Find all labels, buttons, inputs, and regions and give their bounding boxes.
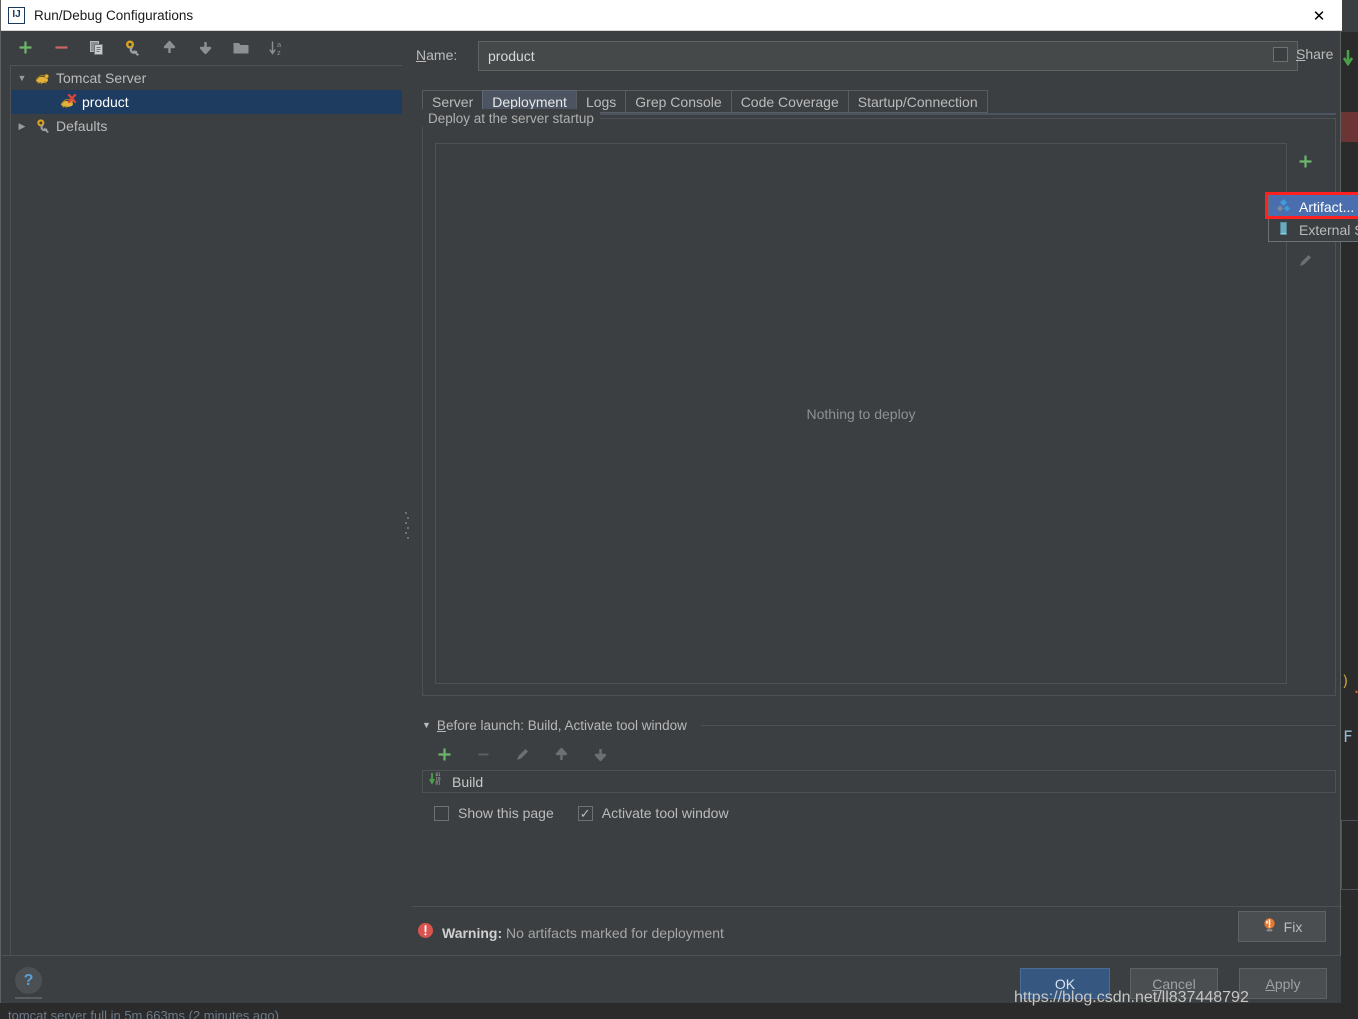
tab-grep-console[interactable]: Grep Console (625, 90, 732, 113)
svg-text:z: z (277, 48, 281, 57)
share-label: Share (1296, 46, 1334, 62)
svg-text:01: 01 (436, 781, 442, 786)
warning-prefix: Warning: (442, 925, 503, 941)
remove-configuration-button[interactable] (48, 36, 74, 60)
edit-templates-button[interactable] (120, 36, 146, 60)
configurations-panel: a z ▼ Tomcat Server product ▶ Defaults (2, 32, 405, 955)
name-input[interactable] (478, 41, 1298, 71)
intellij-logo-icon: IJ (8, 6, 25, 24)
build-icon: 01 10 01 (429, 771, 445, 792)
tomcat-icon (33, 69, 53, 87)
move-down-button[interactable] (192, 36, 218, 60)
tab-startup-connection[interactable]: Startup/Connection (847, 90, 988, 113)
edit-deployment-button (1293, 248, 1319, 272)
popup-item-label: Artifact... (1299, 198, 1355, 215)
fix-button-label: Fix (1283, 918, 1303, 935)
edit-task-button (509, 742, 535, 766)
status-divider (412, 906, 1342, 907)
before-launch-title: Before launch: Build, Activate tool wind… (436, 717, 687, 733)
create-folder-button[interactable] (228, 36, 254, 60)
deployment-empty-message: Nothing to deploy (806, 405, 916, 422)
tomcat-error-icon (59, 93, 79, 111)
popup-item-external-source[interactable]: External Source... (1269, 218, 1358, 241)
popup-item-label: External Source... (1299, 221, 1358, 238)
tree-item-label: Tomcat Server (56, 70, 147, 86)
background-error-marker (1341, 112, 1358, 142)
popup-item-artifact[interactable]: Artifact... (1269, 195, 1358, 218)
background-code-paren: ) (1341, 672, 1351, 690)
chevron-down-icon[interactable]: ▼ (422, 720, 431, 730)
warning-message: No artifacts marked for deployment (506, 925, 724, 941)
name-label: Name: (416, 47, 458, 63)
before-launch-task-list[interactable]: 01 10 01 Build (422, 770, 1336, 793)
add-configuration-button[interactable] (12, 36, 38, 60)
deploy-group-title: Deploy at the server startup (422, 109, 600, 127)
tab-code-coverage[interactable]: Code Coverage (730, 90, 849, 113)
validation-status-text: Warning: No artifacts marked for deploym… (442, 925, 724, 941)
close-icon[interactable]: ✕ (1296, 0, 1342, 31)
artifact-icon (1276, 198, 1291, 216)
background-code-identifier: F (1343, 727, 1353, 746)
show-this-page-checkbox[interactable] (434, 805, 449, 821)
tree-item-label: Defaults (56, 118, 108, 134)
tree-item-label: product (82, 94, 129, 110)
external-source-icon (1276, 221, 1291, 239)
share-checkbox[interactable] (1273, 46, 1288, 62)
help-button-underline (15, 997, 42, 999)
lightbulb-icon (1262, 917, 1277, 937)
before-launch-header[interactable]: ▼ Before launch: Build, Activate tool wi… (422, 716, 1336, 734)
activate-tool-window-label: Activate tool window (601, 805, 729, 821)
tree-row-tomcat-server[interactable]: ▼ Tomcat Server (11, 66, 405, 90)
watermark-url: https://blog.csdn.net/ll837448792 (1014, 989, 1249, 1006)
deploy-at-startup-group: Nothing to deploy (422, 118, 1336, 696)
add-deployment-popup-menu[interactable]: Artifact... External Source... (1268, 194, 1358, 242)
before-launch-options: Show this page ✓ Activate tool window (422, 798, 1336, 828)
move-up-button[interactable] (156, 36, 182, 60)
splitter-grip-icon[interactable] (405, 512, 409, 539)
configurations-toolbar: a z (2, 32, 405, 63)
add-task-button[interactable] (431, 742, 457, 766)
tree-row-product[interactable]: product (11, 90, 405, 114)
configuration-editor-panel: Name: Share Server Deployment Logs Grep … (411, 32, 1341, 955)
sort-configurations-button[interactable]: a z (264, 36, 290, 60)
background-code-dot: . (1352, 679, 1358, 697)
copy-configuration-button[interactable] (84, 36, 110, 60)
before-launch-task-label: Build (452, 773, 484, 790)
apply-button[interactable]: Apply (1239, 968, 1327, 999)
chevron-down-icon[interactable]: ▼ (11, 73, 33, 83)
fix-button[interactable]: Fix (1238, 911, 1326, 942)
background-run-arrow-icon (1340, 48, 1356, 68)
deployment-list[interactable]: Nothing to deploy (435, 143, 1287, 684)
configurations-tree[interactable]: ▼ Tomcat Server product ▶ Defaults (10, 65, 405, 955)
run-debug-configurations-dialog: IJ Run/Debug Configurations ✕ a z ▼ Tomc… (0, 0, 1342, 1019)
dialog-title-bar: IJ Run/Debug Configurations ✕ (1, 0, 1342, 31)
validation-status-row: Warning: No artifacts marked for deploym… (412, 912, 1342, 954)
share-checkbox-row[interactable]: Share (1273, 46, 1333, 62)
section-divider (700, 724, 1336, 726)
before-launch-toolbar (422, 738, 1336, 770)
help-button[interactable]: ? (15, 967, 42, 994)
add-deployment-button[interactable] (1293, 149, 1319, 173)
before-launch-section: ▼ Before launch: Build, Activate tool wi… (422, 716, 1336, 842)
activate-tool-window-checkbox[interactable]: ✓ (577, 805, 593, 821)
chevron-right-icon[interactable]: ▶ (11, 121, 33, 132)
move-task-up-button (548, 742, 574, 766)
warning-icon (417, 922, 434, 944)
remove-task-button (470, 742, 496, 766)
show-this-page-label: Show this page (458, 805, 554, 821)
gear-wrench-icon (33, 117, 53, 135)
background-status-text: tomcat server full in 5m 663ms (2 minute… (8, 1008, 279, 1019)
move-task-down-button (587, 742, 613, 766)
background-panel-outline (1341, 820, 1358, 890)
name-row: Name: Share (416, 41, 1336, 71)
tree-row-defaults[interactable]: ▶ Defaults (11, 114, 405, 138)
activate-tool-window-checkbox-row[interactable]: ✓ Activate tool window (577, 805, 729, 821)
show-this-page-checkbox-row[interactable]: Show this page (434, 805, 554, 821)
dialog-title: Run/Debug Configurations (34, 7, 194, 23)
